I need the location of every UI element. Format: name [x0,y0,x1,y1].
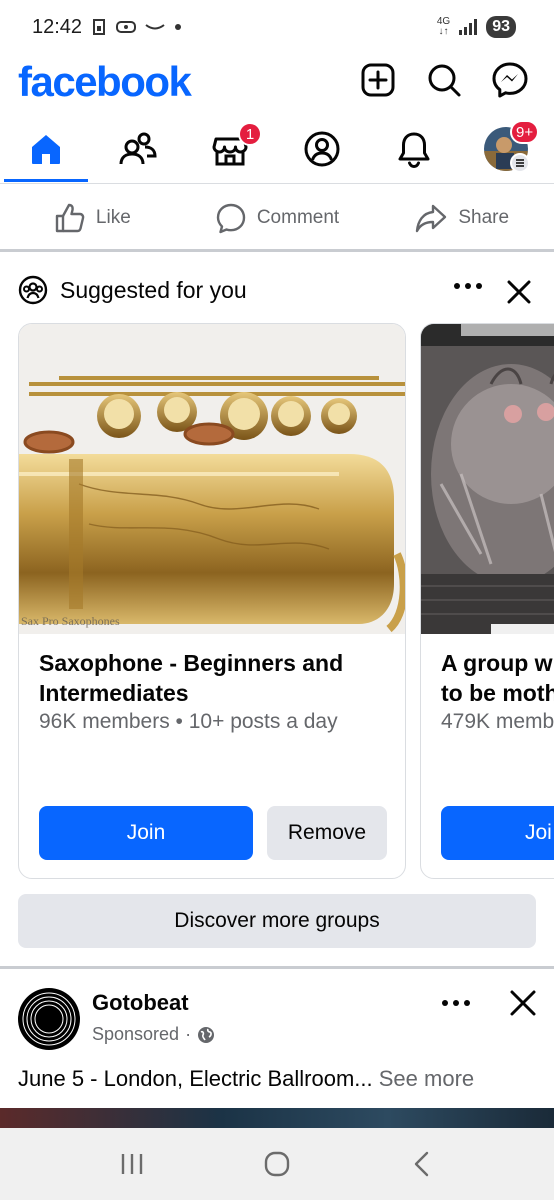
tab-profile[interactable] [276,116,368,182]
suggested-header: Suggested for you [18,275,247,305]
create-icon [361,63,395,97]
share-button[interactable]: Share [369,186,554,249]
dot-icon [175,24,181,30]
close-icon [510,990,536,1016]
vpn-icon [116,21,136,33]
tab-home[interactable] [0,116,92,182]
group-meta: 96K members • 10+ posts a day [39,710,338,733]
facebook-logo[interactable]: facebook [18,58,192,106]
section-title: Suggested for you [60,276,247,303]
comment-button[interactable]: Comment [185,186,370,249]
sponsored-post: Gotobeat Sponsored · June 5 - London, El… [0,970,554,1110]
tab-friends[interactable] [92,116,184,182]
see-more-link[interactable]: See more [379,1066,474,1091]
app-header: facebook [0,56,554,112]
share-icon [416,204,447,232]
main-tab-bar: 1 9+ [0,116,554,184]
search-icon [428,64,461,97]
recents-icon [122,1154,143,1174]
join-button[interactable]: Join [39,806,253,860]
moth-meme-image [421,324,554,634]
search-button[interactable] [424,60,464,100]
group-cover-image[interactable]: Sax Pro Saxophones [19,324,405,634]
group-cover-image[interactable] [421,324,554,634]
gotobeat-logo [19,989,79,1049]
profile-icon [304,131,340,167]
status-notification-icons [92,18,182,36]
globe-icon [198,1026,215,1043]
header-actions [358,60,530,100]
advertiser-avatar[interactable] [18,988,80,1050]
close-icon [507,280,531,304]
discover-more-groups-button[interactable]: Discover more groups [18,894,536,948]
more-dots-icon [454,283,482,289]
messenger-icon [492,62,528,98]
home-icon [32,135,60,164]
share-label: Share [458,206,510,228]
post-options-button[interactable] [440,996,472,1014]
sim-icon [93,19,105,35]
network-indicator: 4G ↓↑ [436,16,451,37]
status-bar: 12:42 4G ↓↑ 93 [0,0,554,56]
status-system-icons: 4G ↓↑ 93 [437,16,516,38]
battery-level: 93 [486,16,516,38]
more-dots-icon [442,1000,470,1006]
group-title[interactable]: Saxophone - Beginners and Intermediates [39,648,379,708]
sponsored-label: Sponsored · [92,1024,215,1045]
status-time: 12:42 [32,16,83,38]
comment-icon [216,203,246,233]
amazon-icon [145,24,165,30]
group-card[interactable]: Sax Pro Saxophones Saxophone - Beginners… [18,323,406,879]
like-icon [55,203,85,232]
suggested-groups-section: Suggested for you Sax Pro Saxophones Sax… [0,255,554,967]
recent-apps-button[interactable] [112,1144,152,1184]
remove-button[interactable]: Remove [267,806,387,860]
feed-divider [0,966,554,969]
dismiss-section-button[interactable] [504,277,534,312]
saxophone-image [19,324,405,634]
groups-icon [18,275,48,305]
friends-icon [119,132,157,165]
create-button[interactable] [358,60,398,100]
system-navigation-bar [0,1128,554,1200]
more-options-button[interactable] [452,279,484,297]
back-chevron-icon [414,1151,428,1177]
post-text: June 5 - London, Electric Ballroom... Se… [18,1066,475,1091]
signal-icon [459,19,478,35]
messenger-button[interactable] [490,60,530,100]
join-button[interactable]: Joi [441,806,554,860]
like-button[interactable]: Like [0,186,185,249]
home-system-button[interactable] [257,1144,297,1184]
like-label: Like [95,206,131,228]
group-title[interactable]: A group w to be moth [441,648,554,708]
menu-badge: 9+ [510,120,540,144]
hide-post-button[interactable] [508,988,538,1023]
post-action-bar: Like Comment Share [0,186,554,252]
comment-label: Comment [256,206,340,228]
bell-icon [398,132,430,168]
image-watermark: Sax Pro Saxophones [21,614,120,628]
back-button[interactable] [402,1144,442,1184]
marketplace-badge: 1 [238,122,262,146]
advertiser-name[interactable]: Gotobeat [92,990,189,1016]
home-circle-icon [264,1151,290,1177]
group-card[interactable]: A group w to be moth 479K memb Joi [420,323,554,879]
post-media-preview[interactable] [0,1108,554,1128]
group-meta: 479K memb [441,710,554,733]
tab-marketplace[interactable]: 1 [184,116,276,182]
tab-menu[interactable]: 9+ [460,116,552,182]
tab-notifications[interactable] [368,116,460,182]
